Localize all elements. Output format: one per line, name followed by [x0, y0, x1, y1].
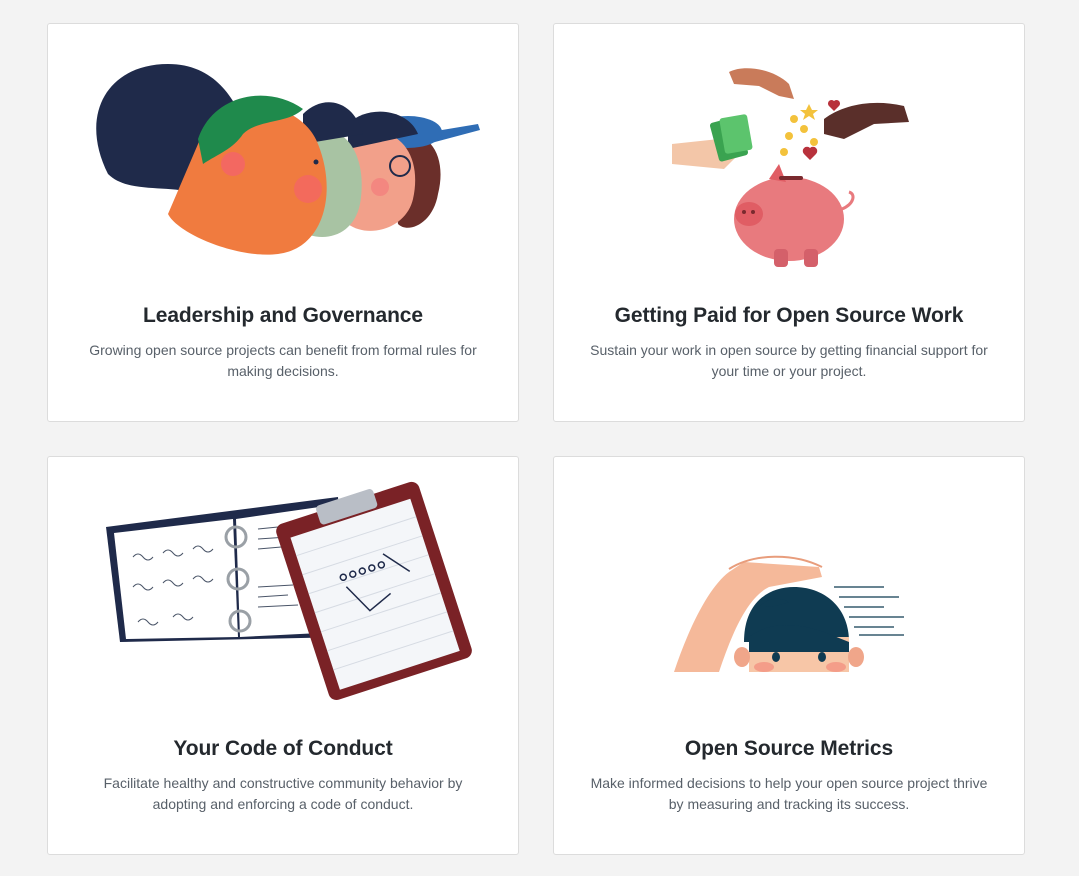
binder-clipboard-illustration: [48, 457, 518, 727]
card-description: Sustain your work in open source by gett…: [590, 342, 988, 379]
card-title: Getting Paid for Open Source Work: [614, 304, 964, 327]
card-description: Growing open source projects can benefit…: [89, 342, 477, 379]
card-leadership-governance[interactable]: Leadership and Governance Growing open s…: [47, 23, 519, 422]
piggy-bank-illustration: [554, 24, 1024, 294]
card-getting-paid[interactable]: Getting Paid for Open Source Work Sustai…: [553, 23, 1025, 422]
card-code-of-conduct[interactable]: Your Code of Conduct Facilitate healthy …: [47, 456, 519, 855]
card-title: Your Code of Conduct: [173, 737, 393, 760]
height-measure-illustration: [554, 457, 1024, 727]
card-open-source-metrics[interactable]: Open Source Metrics Make informed decisi…: [553, 456, 1025, 855]
card-title: Open Source Metrics: [684, 737, 894, 760]
card-description: Make informed decisions to help your ope…: [590, 775, 988, 812]
card-grid: Leadership and Governance Growing open s…: [0, 0, 1079, 876]
card-description: Facilitate healthy and constructive comm…: [103, 775, 463, 812]
people-heads-illustration: [48, 24, 518, 294]
card-title: Leadership and Governance: [143, 304, 423, 327]
